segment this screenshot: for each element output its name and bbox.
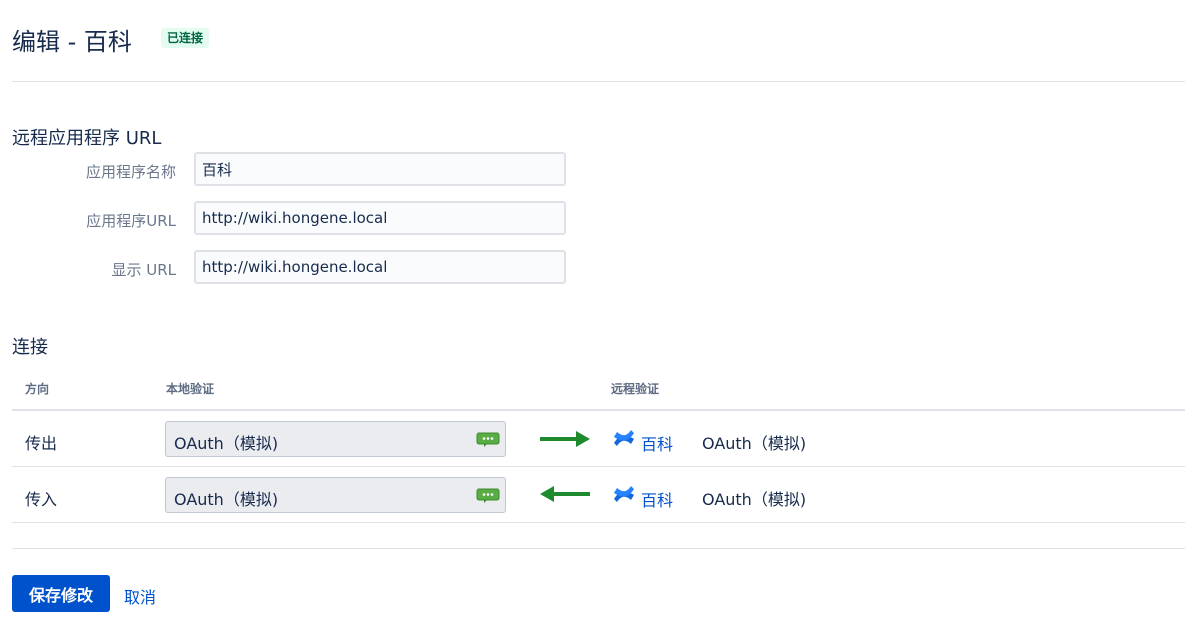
footer-divider — [12, 548, 1185, 549]
table-row-divider — [12, 466, 1185, 467]
arrow-left-icon — [540, 486, 590, 502]
page-title: 编辑 - 百科 — [12, 28, 132, 56]
local-auth-incoming-field[interactable]: OAuth（模拟) — [165, 477, 506, 513]
edit-comment-icon[interactable] — [476, 432, 500, 448]
confluence-logo-icon — [614, 486, 634, 502]
local-auth-incoming-value: OAuth（模拟) — [174, 490, 279, 509]
local-auth-outgoing-field[interactable]: OAuth（模拟) — [165, 421, 506, 457]
local-auth-outgoing-value: OAuth（模拟) — [174, 434, 279, 453]
column-header-direction: 方向 — [25, 382, 50, 396]
confluence-logo-icon — [614, 430, 634, 446]
display-url-label: 显示 URL — [111, 261, 176, 279]
app-name-input[interactable] — [194, 152, 566, 186]
column-header-local-auth: 本地验证 — [166, 382, 215, 396]
direction-incoming: 传入 — [25, 490, 58, 509]
remote-app-link-incoming[interactable]: 百科 — [641, 487, 673, 511]
table-header-divider — [12, 409, 1185, 411]
remote-auth-outgoing-value: OAuth（模拟) — [702, 434, 807, 453]
table-bottom-divider — [12, 522, 1185, 523]
app-name-label: 应用程序名称 — [85, 163, 176, 181]
remote-app-section-title: 远程应用程序 URL — [12, 128, 162, 149]
save-button[interactable]: 保存修改 — [12, 575, 110, 612]
cancel-link[interactable]: 取消 — [124, 584, 156, 608]
direction-outgoing: 传出 — [25, 434, 58, 453]
header-divider — [12, 81, 1185, 82]
app-url-label: 应用程序URL — [86, 212, 176, 230]
edit-comment-icon[interactable] — [476, 488, 500, 504]
status-badge: 已连接 — [161, 28, 210, 48]
arrow-right-icon — [540, 431, 590, 447]
app-url-input[interactable] — [194, 201, 566, 235]
remote-auth-incoming-value: OAuth（模拟) — [702, 490, 807, 509]
remote-app-link-outgoing[interactable]: 百科 — [641, 431, 673, 455]
column-header-remote-auth: 远程验证 — [611, 382, 660, 396]
display-url-input[interactable] — [194, 250, 566, 284]
connection-section-title: 连接 — [12, 337, 48, 358]
